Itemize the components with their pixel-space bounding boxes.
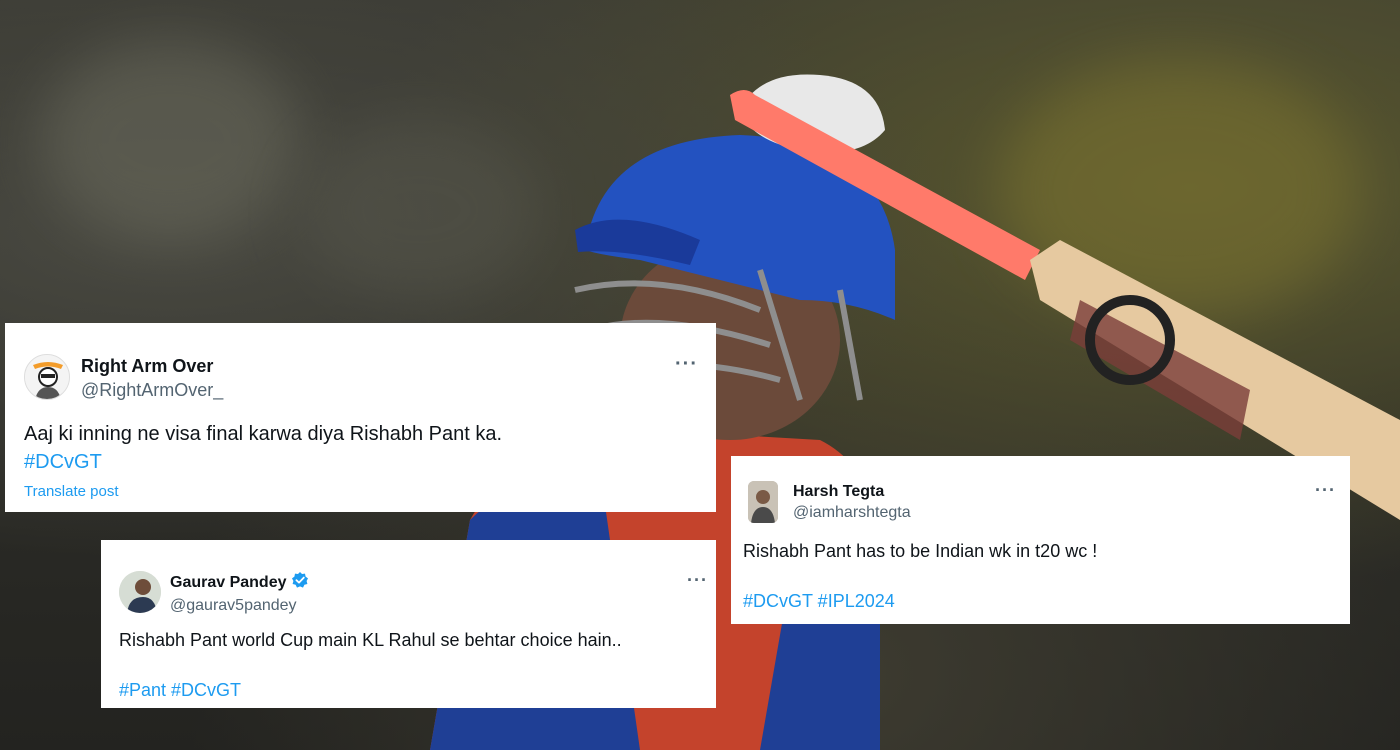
author-handle[interactable]: @iamharshtegta	[793, 504, 911, 522]
translate-link[interactable]: Translate post	[24, 483, 119, 500]
author-handle[interactable]: @gaurav5pandey	[170, 597, 309, 615]
tweet-card[interactable]: Right Arm Over @RightArmOver_ ··· Aaj ki…	[5, 323, 716, 512]
avatar[interactable]	[748, 481, 778, 523]
tweet-text: Rishabh Pant has to be Indian wk in t20 …	[743, 541, 1098, 561]
avatar[interactable]	[24, 354, 70, 400]
avatar-photo-icon	[119, 571, 161, 613]
tweet-hashtags[interactable]: #DCvGT #IPL2024	[743, 591, 895, 612]
tweet-hashtags[interactable]: #DCvGT	[24, 451, 102, 474]
tweet-card[interactable]: Gaurav Pandey @gaurav5pandey ··· Rishabh…	[101, 540, 716, 708]
more-icon[interactable]: ···	[1315, 480, 1336, 501]
tweet-text: Aaj ki inning ne visa final karwa diya R…	[24, 423, 503, 445]
avatar-photo-icon	[748, 481, 778, 523]
avatar[interactable]	[119, 571, 161, 613]
author-name[interactable]: Right Arm Over	[81, 356, 223, 377]
author-name[interactable]: Harsh Tegta	[793, 483, 911, 501]
author-name[interactable]: Gaurav Pandey	[170, 574, 287, 592]
more-icon[interactable]: ···	[675, 353, 698, 376]
avatar-cartoon-icon	[25, 355, 69, 399]
tweet-card[interactable]: Harsh Tegta @iamharshtegta ··· Rishabh P…	[731, 456, 1350, 624]
tweet-text: Rishabh Pant world Cup main KL Rahul se …	[119, 630, 622, 650]
tweet-hashtags[interactable]: #Pant #DCvGT	[119, 680, 241, 701]
author-handle[interactable]: @RightArmOver_	[81, 380, 223, 401]
verified-badge-icon	[291, 571, 309, 594]
more-icon[interactable]: ···	[687, 570, 708, 591]
